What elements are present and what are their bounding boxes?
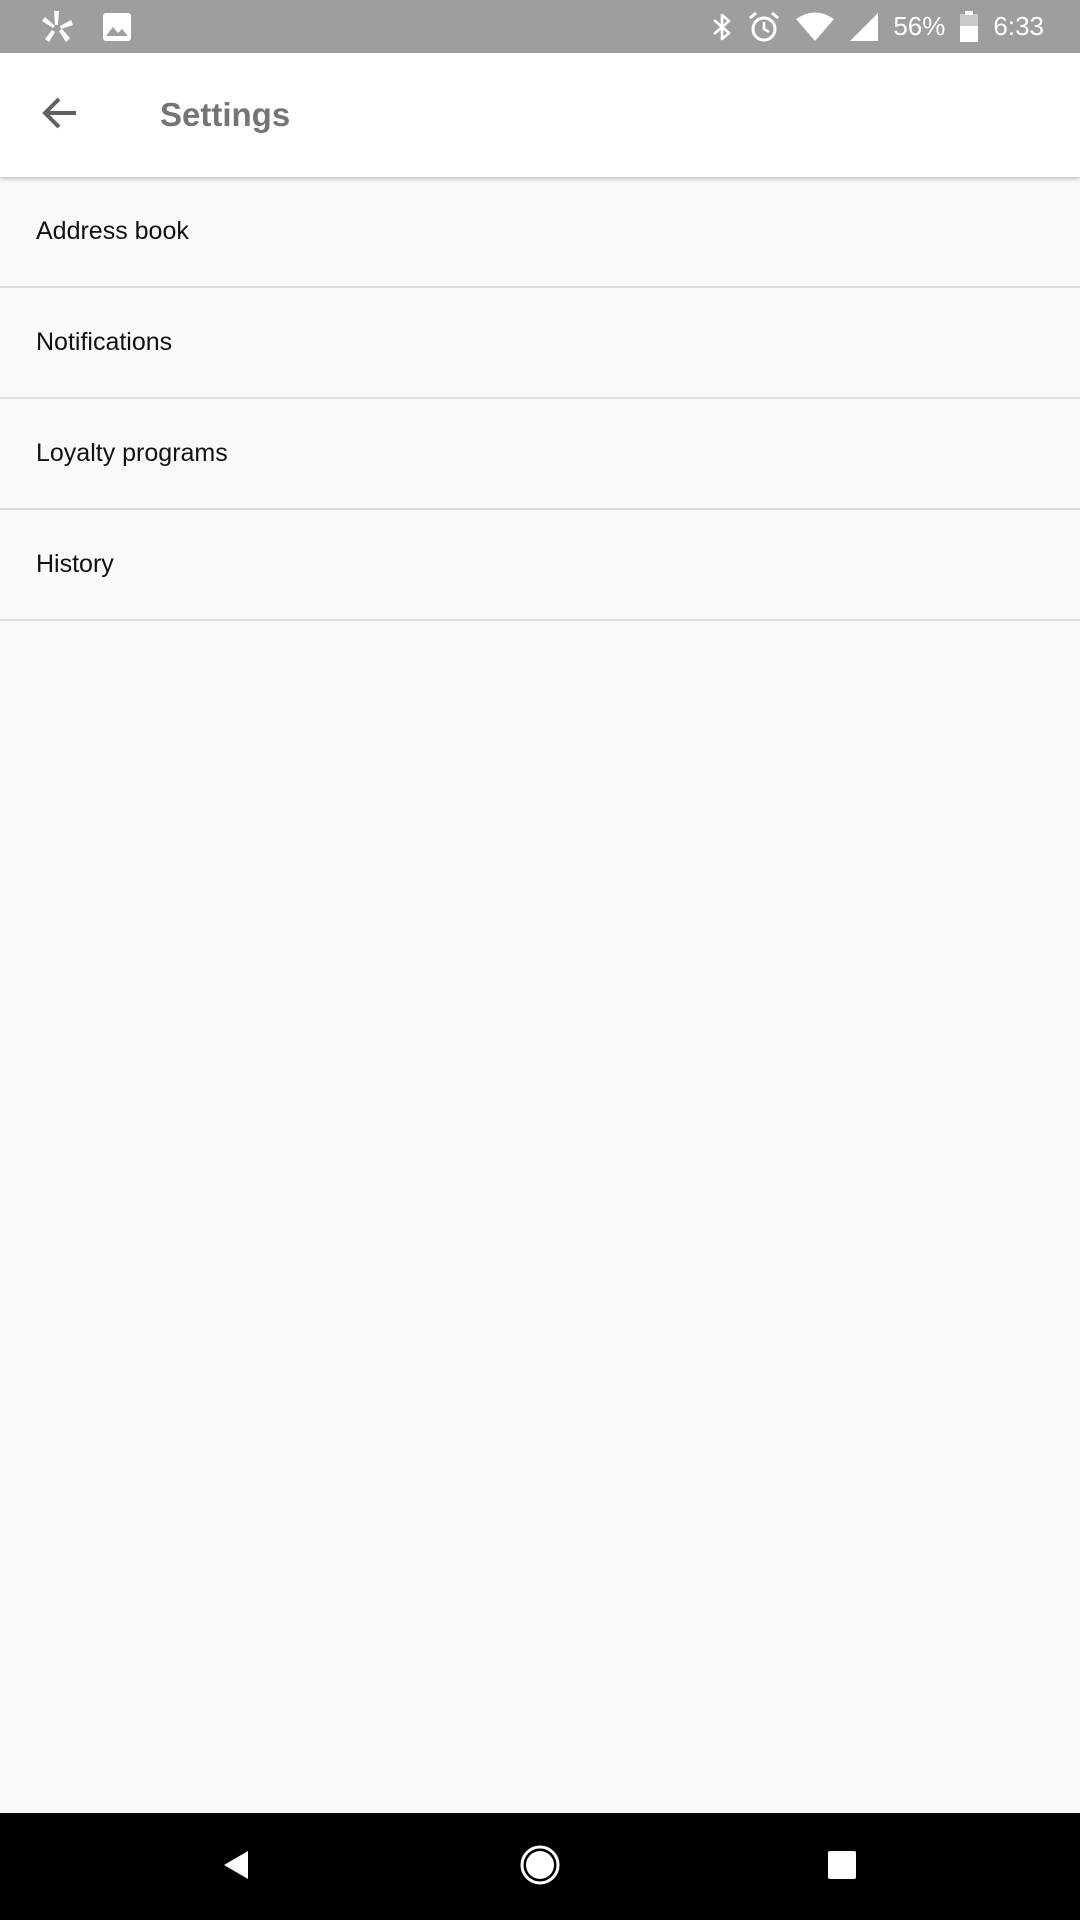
navigation-bar bbox=[0, 1813, 1080, 1920]
back-button[interactable] bbox=[20, 75, 100, 155]
wifi-icon bbox=[795, 12, 835, 42]
settings-item-label: Loyalty programs bbox=[36, 439, 228, 467]
settings-item-label: Notifications bbox=[36, 328, 173, 356]
nav-back-button[interactable] bbox=[200, 1831, 272, 1903]
recents-square-icon bbox=[827, 1850, 857, 1885]
status-bar-left-icons bbox=[40, 9, 132, 45]
app-bar: Settings bbox=[0, 53, 1080, 177]
settings-item-label: History bbox=[36, 550, 114, 578]
back-triangle-icon bbox=[220, 1848, 252, 1887]
settings-item-loyalty-programs[interactable]: Loyalty programs bbox=[0, 399, 1080, 510]
nav-recents-button[interactable] bbox=[806, 1831, 878, 1903]
battery-percent: 56% bbox=[893, 11, 946, 41]
bluetooth-icon bbox=[711, 11, 733, 43]
settings-list: Address book Notifications Loyalty progr… bbox=[0, 177, 1080, 621]
clock-time: 6:33 bbox=[993, 11, 1044, 41]
battery-icon bbox=[959, 10, 979, 43]
nav-home-button[interactable] bbox=[504, 1831, 576, 1903]
home-circle-icon bbox=[519, 1844, 561, 1891]
status-bar: 56% 6:33 bbox=[0, 0, 1080, 53]
settings-item-history[interactable]: History bbox=[0, 510, 1080, 621]
settings-item-notifications[interactable]: Notifications bbox=[0, 288, 1080, 399]
status-bar-right-icons: 56% 6:33 bbox=[711, 0, 1044, 53]
alarm-icon bbox=[747, 10, 781, 44]
settings-item-address-book[interactable]: Address book bbox=[0, 177, 1080, 288]
signal-icon bbox=[849, 12, 879, 42]
arrow-back-icon bbox=[40, 93, 80, 138]
yelp-icon bbox=[40, 9, 74, 45]
image-icon bbox=[102, 12, 132, 42]
page-title: Settings bbox=[160, 96, 291, 133]
settings-item-label: Address book bbox=[36, 217, 189, 245]
